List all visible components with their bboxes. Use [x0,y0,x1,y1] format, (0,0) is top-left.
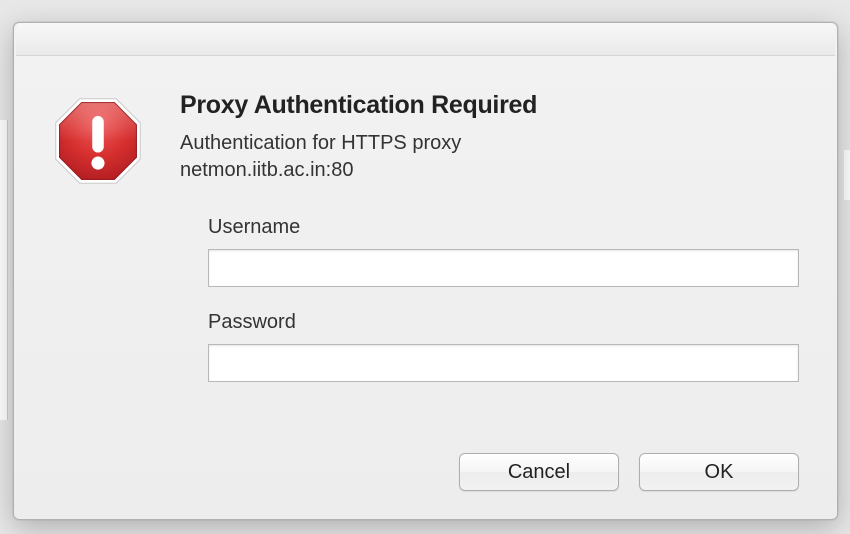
button-row: Cancel OK [44,453,807,495]
proxy-auth-dialog: Proxy Authentication Required Authentica… [13,22,838,520]
text-column: Proxy Authentication Required Authentica… [180,91,807,216]
subtitle-line-2: netmon.iitb.ac.in:80 [180,159,353,181]
background-strip-left [0,120,8,420]
subtitle-line-1: Authentication for HTTPS proxy [180,132,461,154]
ok-button[interactable]: OK [639,453,799,491]
icon-column [44,91,152,216]
username-input[interactable] [208,249,799,287]
password-field-group: Password [208,311,799,382]
dialog-content: Proxy Authentication Required Authentica… [14,63,837,519]
password-label: Password [208,311,799,334]
username-label: Username [208,216,799,239]
cancel-button[interactable]: Cancel [459,453,619,491]
dialog-header-row: Proxy Authentication Required Authentica… [44,91,807,216]
dialog-title: Proxy Authentication Required [180,91,807,120]
username-field-group: Username [208,216,799,287]
alert-icon [50,93,146,189]
password-input[interactable] [208,344,799,382]
background-strip-right [844,150,850,200]
dialog-subtitle: Authentication for HTTPS proxy netmon.ii… [180,130,807,184]
form-fields: Username Password [208,216,799,406]
